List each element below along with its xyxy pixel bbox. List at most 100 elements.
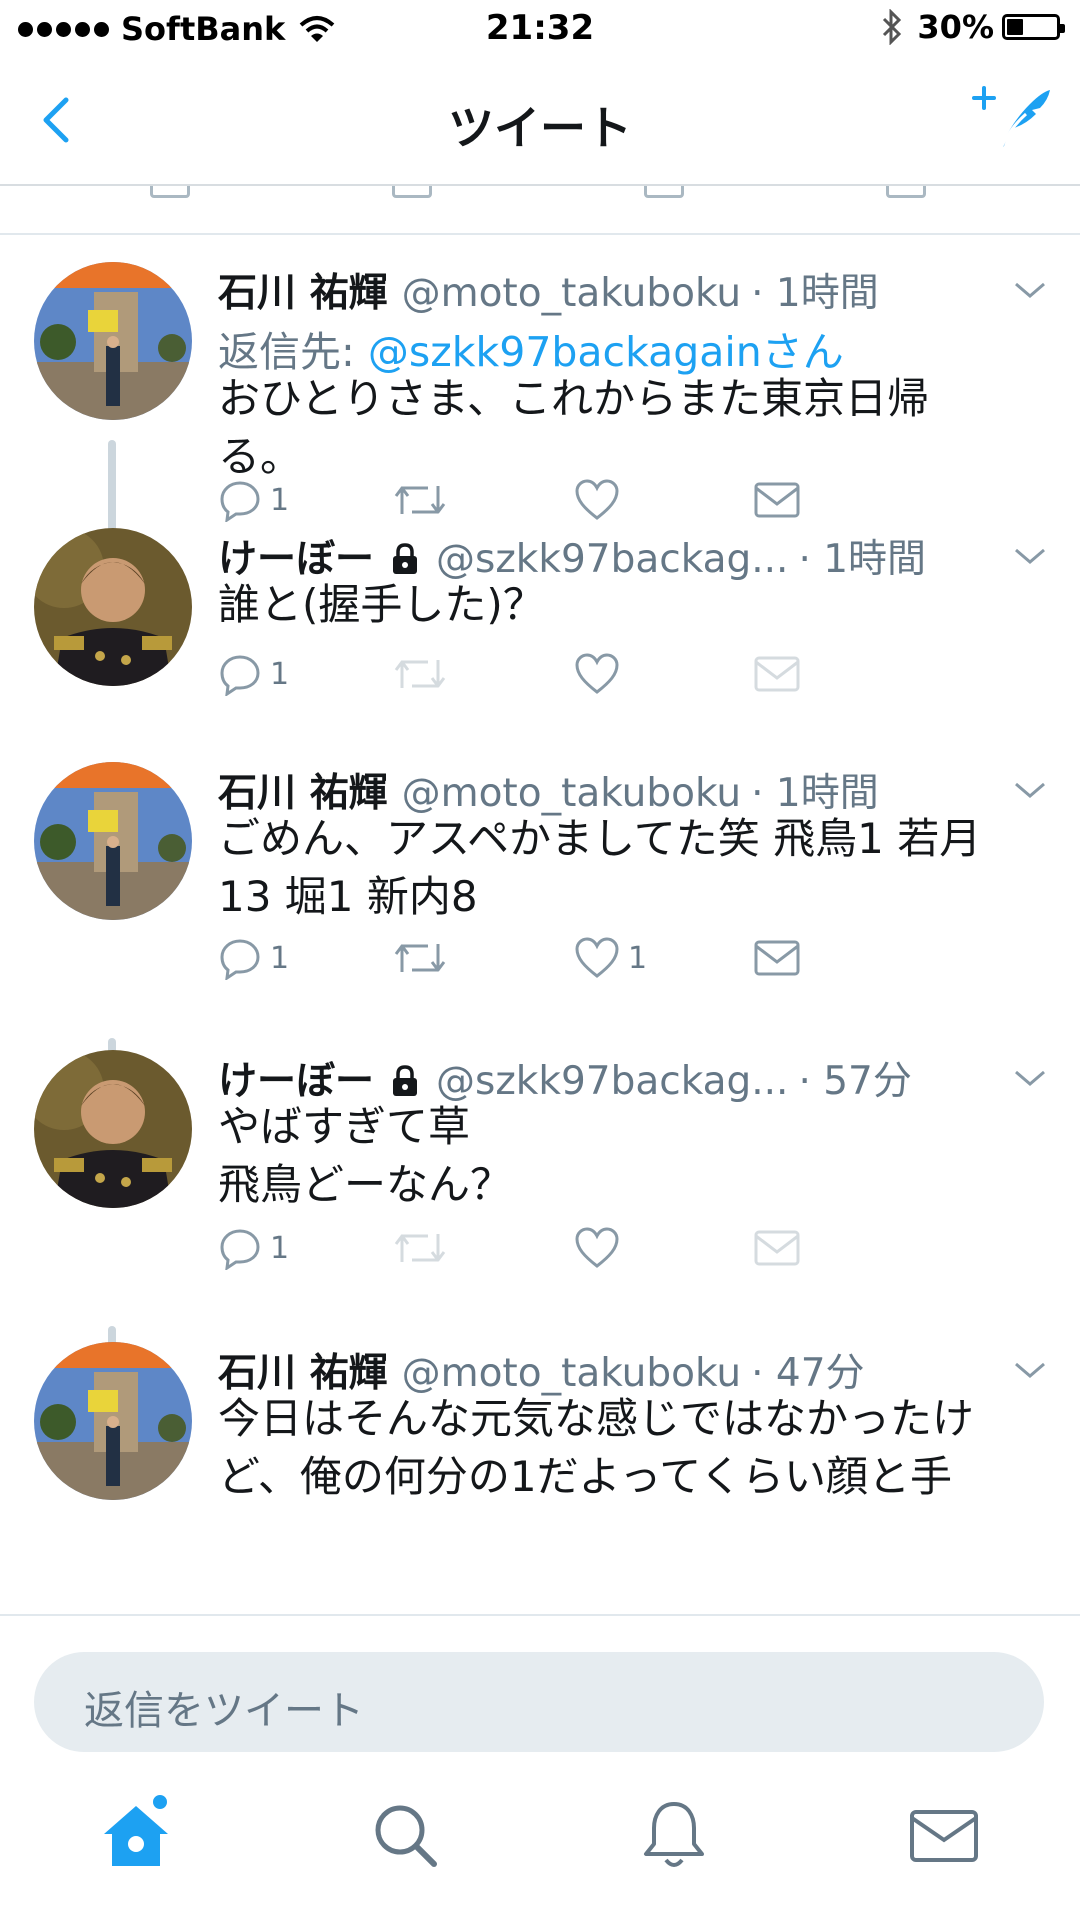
- direct-message-button: [752, 1226, 802, 1270]
- chevron-down-icon[interactable]: [1010, 774, 1050, 804]
- reply-input[interactable]: 返信をツイート: [34, 1652, 1044, 1752]
- chevron-down-icon[interactable]: [1010, 540, 1050, 570]
- bell-icon: [644, 1802, 704, 1867]
- heart-icon: [575, 479, 619, 520]
- tweet-text-line: 13 堀1 新内8: [218, 872, 478, 921]
- notification-dot: [150, 1792, 170, 1812]
- like-button[interactable]: [574, 1226, 620, 1270]
- bluetooth-icon: [883, 9, 902, 45]
- heart-icon: [575, 1227, 619, 1268]
- search-icon: [375, 1805, 437, 1867]
- tweet-text-line: ごめん、アスペかましてた笑 飛鳥1 若月: [218, 814, 982, 863]
- reply-button[interactable]: 1: [218, 478, 289, 522]
- like-button[interactable]: 1: [574, 936, 647, 980]
- tab-messages[interactable]: [904, 1796, 984, 1876]
- page-title: ツイート: [448, 101, 632, 155]
- reply-bubble-icon: [220, 481, 260, 522]
- retweet-icon: [392, 186, 432, 198]
- retweet-icon: [394, 944, 446, 972]
- battery-percent: 30%: [917, 8, 994, 46]
- avatar[interactable]: [34, 1342, 192, 1500]
- author-name[interactable]: 石川 祐輝: [218, 262, 388, 318]
- nav-bar: ツイート: [0, 60, 1080, 186]
- reply-bubble-icon: [220, 655, 260, 696]
- heart-icon: [575, 937, 619, 978]
- avatar[interactable]: [34, 528, 192, 686]
- tweet-text-line: 今日はそんな元気な感じではなかったけ: [218, 1394, 975, 1443]
- tweet-text-line: 誰と(握手した)？: [218, 580, 545, 629]
- heart-icon: [575, 653, 619, 694]
- retweet-icon: [394, 660, 446, 688]
- tweet-time: · 1時間: [751, 271, 879, 316]
- lock-icon: [393, 1065, 418, 1096]
- like-button[interactable]: [574, 652, 620, 696]
- tweet-text: 誰と(握手した)？: [218, 576, 1054, 634]
- tab-home[interactable]: [96, 1792, 176, 1876]
- chevron-down-icon[interactable]: [1010, 1062, 1050, 1092]
- tab-search[interactable]: [366, 1796, 446, 1876]
- reply-count: 1: [270, 482, 290, 518]
- envelope-icon: [886, 186, 926, 198]
- tweet-text: 今日はそんな元気な感じではなかったけ ど、俺の何分の1だよってくらい顔と手: [218, 1390, 1054, 1506]
- previous-tweet-actions: [0, 186, 1080, 200]
- tweet-actions: 1: [218, 478, 1038, 528]
- tweet-text: やばすぎて草 飛鳥どーなん？: [218, 1098, 1054, 1214]
- tweet-text-line: やばすぎて草: [218, 1102, 471, 1151]
- reply-count: 1: [270, 1230, 290, 1266]
- envelope-icon: [754, 940, 800, 976]
- reply-count: 1: [270, 940, 290, 976]
- envelope-icon: [754, 482, 800, 518]
- reply-bubble-icon: [220, 939, 260, 980]
- retweet-icon: [394, 1234, 446, 1262]
- author-handle[interactable]: @moto_takuboku: [402, 271, 742, 316]
- tweet-actions: 1 1: [218, 936, 1038, 986]
- direct-message-button[interactable]: [752, 478, 802, 522]
- tweet-text-line: おひとりさま、これからまた東京日帰: [218, 374, 930, 423]
- envelope-icon: [910, 1810, 978, 1862]
- tweet-actions: 1: [218, 652, 1038, 702]
- reply-bar: 返信をツイート: [0, 1614, 1080, 1764]
- reply-mention-link[interactable]: @szkk97backagainさん: [368, 328, 844, 376]
- reply-bubble-icon: [220, 1229, 260, 1270]
- reply-count: 1: [270, 656, 290, 692]
- chevron-down-icon[interactable]: [1010, 274, 1050, 304]
- compose-tweet-button[interactable]: [970, 84, 1054, 156]
- tweet-text: おひとりさま、これからまた東京日帰 る。: [218, 370, 1054, 486]
- direct-message-button[interactable]: [752, 936, 802, 980]
- status-right: 30%: [881, 8, 1065, 46]
- divider: [0, 233, 1080, 235]
- heart-icon: [644, 186, 684, 198]
- direct-message-button: [752, 652, 802, 696]
- status-bar: SoftBank 21:32 30%: [0, 0, 1080, 60]
- reply-placeholder: 返信をツイート: [84, 1688, 364, 1734]
- retweet-icon: [394, 486, 446, 514]
- tweet-thread: 石川 祐輝 @moto_takuboku · 1時間 返信先: @szkk97b…: [0, 236, 1080, 1614]
- chevron-down-icon[interactable]: [1010, 1354, 1050, 1384]
- tweet-text-line: ど、俺の何分の1だよってくらい顔と手: [218, 1452, 953, 1501]
- tweet-actions: 1: [218, 1226, 1038, 1276]
- battery-icon: [1002, 14, 1065, 40]
- compose-tweet-icon: [972, 86, 1050, 151]
- tab-bar: [0, 1764, 1080, 1920]
- avatar[interactable]: [34, 1050, 192, 1208]
- reply-button[interactable]: 1: [218, 1226, 289, 1270]
- envelope-icon: [754, 656, 800, 692]
- retweet-button[interactable]: [394, 478, 446, 522]
- avatar[interactable]: [34, 762, 192, 920]
- like-button[interactable]: [574, 478, 628, 522]
- tab-notifications[interactable]: [634, 1796, 714, 1876]
- retweet-button: [394, 652, 446, 696]
- retweet-button: [394, 1226, 446, 1270]
- envelope-icon: [754, 1230, 800, 1266]
- retweet-button[interactable]: [394, 936, 446, 980]
- tweet-text-line: 飛鳥どーなん？: [218, 1160, 513, 1209]
- reply-button[interactable]: 1: [218, 652, 289, 696]
- reply-bubble-icon: [150, 186, 190, 198]
- tweet-text: ごめん、アスペかましてた笑 飛鳥1 若月 13 堀1 新内8: [218, 810, 1054, 926]
- avatar[interactable]: [34, 262, 192, 420]
- reply-prefix: 返信先:: [218, 328, 368, 376]
- reply-context: 返信先: @szkk97backagainさん: [218, 318, 844, 378]
- reply-button[interactable]: 1: [218, 936, 289, 980]
- lock-icon: [393, 543, 418, 574]
- like-count: 1: [628, 940, 648, 976]
